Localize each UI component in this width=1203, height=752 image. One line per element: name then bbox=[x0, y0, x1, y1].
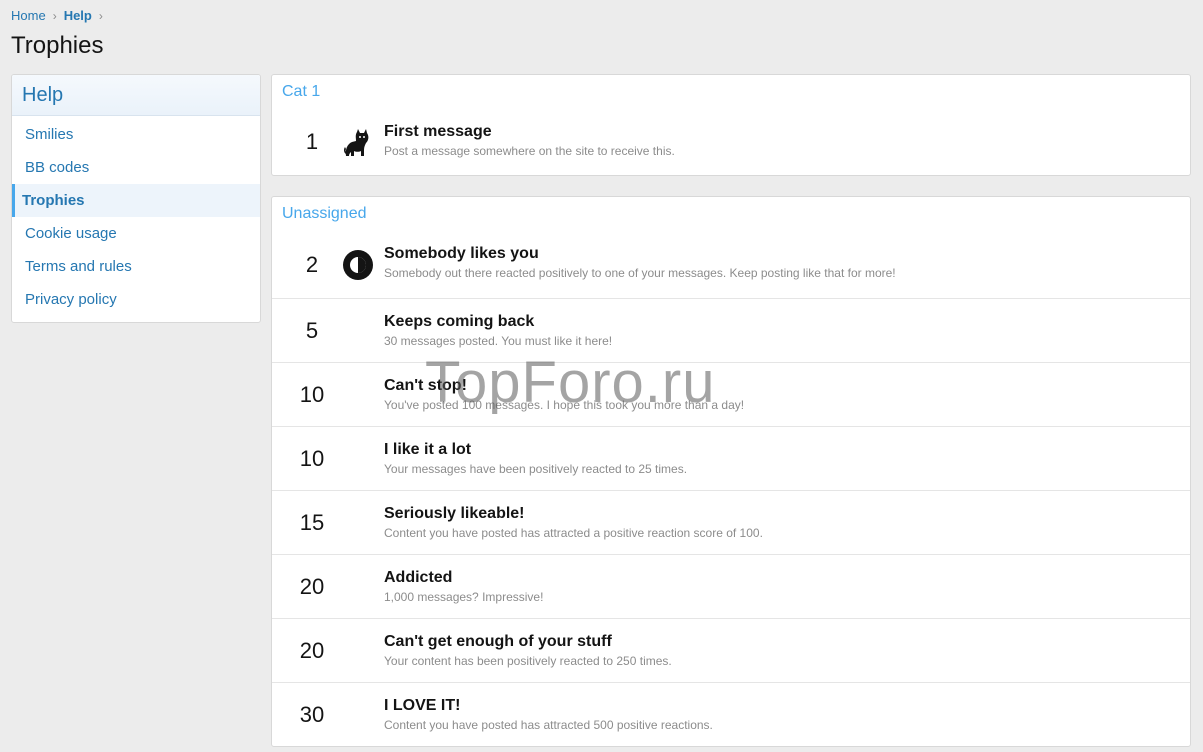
trophy-points: 10 bbox=[299, 381, 325, 407]
breadcrumb-help-link[interactable]: Help bbox=[64, 8, 92, 23]
trophy-description: 1,000 messages? Impressive! bbox=[384, 590, 544, 604]
sidebar-list: Smilies BB codes Trophies Cookie usage T… bbox=[12, 116, 260, 322]
trophy-title: Somebody likes you bbox=[384, 245, 539, 262]
trophy-row: 10 Can't stop! You've posted 100 message… bbox=[272, 362, 1190, 426]
trophy-points: 15 bbox=[299, 509, 325, 535]
trophy-points: 2 bbox=[305, 251, 319, 277]
trophy-row: 20 Can't get enough of your stuff Your c… bbox=[272, 618, 1190, 682]
trophy-points: 1 bbox=[305, 129, 319, 154]
trophy-description: Somebody out there reacted positively to… bbox=[384, 266, 896, 280]
trophy-title: Addicted bbox=[384, 569, 453, 586]
trophy-description: You've posted 100 messages. I hope this … bbox=[384, 398, 745, 412]
sidebar-header: Help bbox=[12, 75, 260, 116]
trophy-description: Post a message somewhere on the site to … bbox=[384, 144, 675, 158]
trophy-text: Addicted 1,000 messages? Impressive! bbox=[384, 568, 543, 606]
help-sidebar: Help Smilies BB codes Trophies Cookie us… bbox=[11, 74, 261, 323]
trophy-text: I like it a lot Your messages have been … bbox=[384, 440, 687, 478]
trophy-points: 30 bbox=[299, 701, 325, 727]
cat-icon bbox=[344, 129, 369, 156]
trophy-text: I LOVE IT! Content you have posted has a… bbox=[384, 696, 713, 734]
trophy-description: Your content has been positively reacted… bbox=[384, 654, 672, 668]
trophy-title: I like it a lot bbox=[384, 441, 472, 458]
trophy-row: 20 Addicted 1,000 messages? Impressive! bbox=[272, 554, 1190, 618]
sidebar-item-terms-and-rules[interactable]: Terms and rules bbox=[12, 250, 260, 283]
trophy-text: Somebody likes you Somebody out there re… bbox=[384, 244, 896, 282]
trophy-category-cat-1: Cat 1 1 First message Post a message som… bbox=[271, 74, 1191, 176]
trophy-description: 30 messages posted. You must like it her… bbox=[384, 334, 613, 348]
trophy-points: 20 bbox=[299, 637, 325, 663]
trophy-description: Content you have posted has attracted 50… bbox=[384, 718, 713, 732]
trophy-category-unassigned: Unassigned 2 Somebody likes you Somebody… bbox=[271, 196, 1191, 747]
trophy-text: First message Post a message somewhere o… bbox=[384, 122, 675, 160]
sidebar-item-smilies[interactable]: Smilies bbox=[12, 118, 260, 151]
trophy-description: Your messages have been positively react… bbox=[384, 462, 688, 476]
sidebar-item-bb-codes[interactable]: BB codes bbox=[12, 151, 260, 184]
contrast-circle-icon bbox=[343, 249, 373, 280]
sidebar-item-privacy-policy[interactable]: Privacy policy bbox=[12, 283, 260, 316]
trophy-title: First message bbox=[384, 123, 492, 140]
trophy-text: Keeps coming back 30 messages posted. Yo… bbox=[384, 312, 612, 350]
breadcrumb-separator: › bbox=[52, 8, 57, 23]
trophy-row: 1 First message Post a message somewhere… bbox=[272, 109, 1190, 175]
trophy-row: 30 I LOVE IT! Content you have posted ha… bbox=[272, 682, 1190, 746]
sidebar-item-cookie-usage[interactable]: Cookie usage bbox=[12, 217, 260, 250]
breadcrumb-separator: › bbox=[98, 8, 103, 23]
trophy-row: 5 Keeps coming back 30 messages posted. … bbox=[272, 298, 1190, 362]
trophy-points: 5 bbox=[305, 317, 319, 343]
trophy-title: I LOVE IT! bbox=[384, 697, 461, 714]
category-title: Cat 1 bbox=[282, 83, 321, 100]
category-title: Unassigned bbox=[282, 205, 367, 222]
sidebar-item-trophies[interactable]: Trophies bbox=[12, 184, 260, 217]
trophy-points: 20 bbox=[299, 573, 325, 599]
trophy-text: Seriously likeable! Content you have pos… bbox=[384, 504, 763, 542]
trophy-text: Can't get enough of your stuff Your cont… bbox=[384, 632, 672, 670]
breadcrumb-home-link[interactable]: Home bbox=[11, 8, 46, 23]
breadcrumb: Home › Help › bbox=[11, 8, 110, 23]
trophy-title: Keeps coming back bbox=[384, 313, 535, 330]
trophy-row: 2 Somebody likes you Somebody out there … bbox=[272, 231, 1190, 298]
trophy-description: Content you have posted has attracted a … bbox=[384, 526, 763, 540]
trophy-points: 10 bbox=[299, 445, 325, 471]
page-title: Trophies bbox=[11, 32, 104, 59]
trophy-text: Can't stop! You've posted 100 messages. … bbox=[384, 376, 744, 414]
trophy-title: Can't get enough of your stuff bbox=[384, 633, 612, 650]
trophy-title: Can't stop! bbox=[384, 377, 467, 394]
trophy-row: 10 I like it a lot Your messages have be… bbox=[272, 426, 1190, 490]
trophy-title: Seriously likeable! bbox=[384, 505, 525, 522]
trophy-row: 15 Seriously likeable! Content you have … bbox=[272, 490, 1190, 554]
